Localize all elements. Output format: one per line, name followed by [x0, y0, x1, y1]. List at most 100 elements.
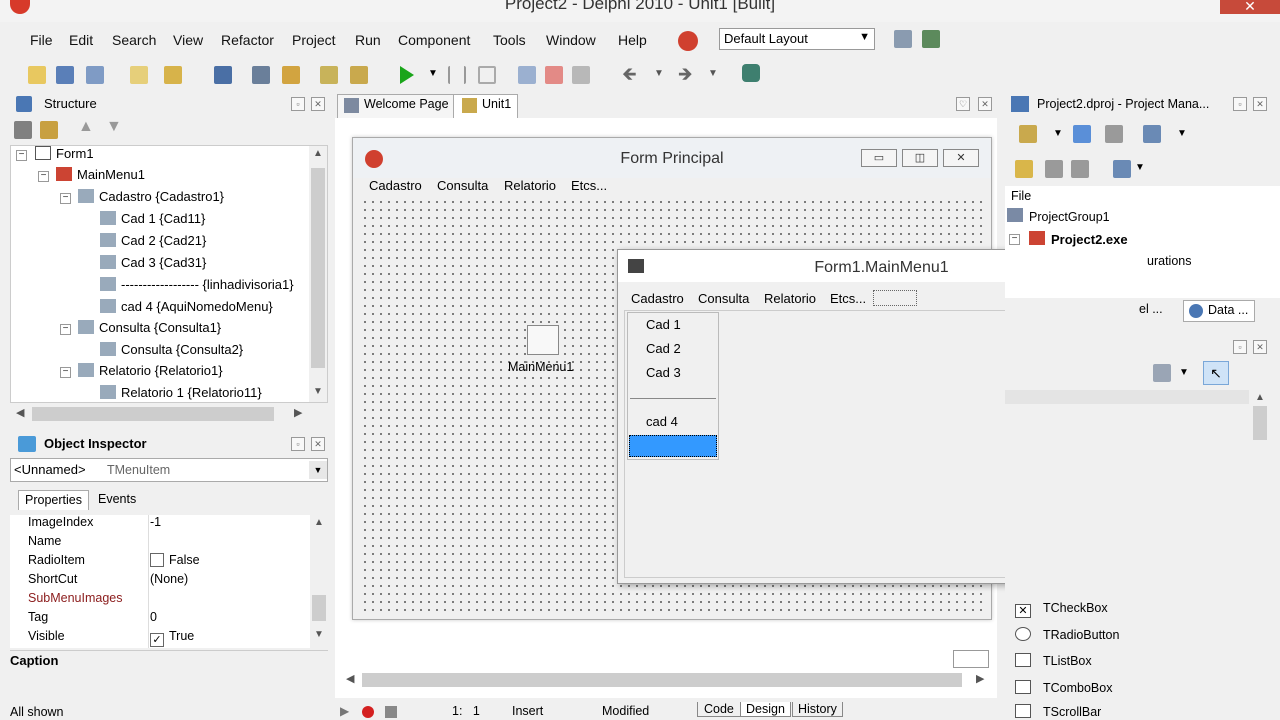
- tree-horizontal-scrollbar[interactable]: ◀ ▶: [10, 404, 328, 424]
- pause-icon[interactable]: [448, 66, 466, 84]
- tab-design[interactable]: Design: [740, 702, 791, 717]
- help-globe-icon[interactable]: [678, 31, 698, 51]
- tree-node-separator[interactable]: ------------------ {linhadivisoria1}: [100, 275, 294, 295]
- palette-item-tlistbox[interactable]: TListBox: [1015, 651, 1092, 671]
- tab-history[interactable]: History: [792, 702, 843, 717]
- menu-project[interactable]: Project: [292, 32, 336, 48]
- collapse-icon[interactable]: −: [38, 171, 49, 182]
- form-position-indicator[interactable]: [953, 650, 989, 668]
- chevron-down-icon[interactable]: ▼: [1135, 162, 1145, 173]
- run-icon[interactable]: [400, 66, 414, 84]
- collapse-icon[interactable]: −: [60, 324, 71, 335]
- open-icon[interactable]: [164, 66, 182, 84]
- view-options-icon[interactable]: [1143, 125, 1161, 143]
- remove-from-project-icon[interactable]: [350, 66, 368, 84]
- property-value[interactable]: (None): [150, 570, 188, 589]
- tab-welcome-page[interactable]: Welcome Page: [337, 94, 456, 118]
- pin-icon[interactable]: ▫: [291, 437, 305, 451]
- designer-horizontal-scrollbar[interactable]: ◀ ▶: [340, 670, 996, 690]
- tree-node-project2[interactable]: Project2.exe: [1051, 232, 1128, 247]
- tab-model-partial[interactable]: el ...: [1139, 302, 1163, 316]
- tree-node-relatorio[interactable]: Relatorio {Relatorio1}: [78, 361, 223, 381]
- palette-scrollbar[interactable]: ▲: [1251, 390, 1269, 720]
- add-new-project-icon[interactable]: [1019, 125, 1037, 143]
- menu-tools[interactable]: Tools: [493, 32, 526, 48]
- checkbox-checked-icon[interactable]: ✓: [150, 633, 164, 647]
- dropdown-item-cad1[interactable]: Cad 1: [646, 317, 681, 332]
- play-macro-icon[interactable]: ▶: [340, 704, 349, 718]
- menu-separator[interactable]: [630, 398, 716, 399]
- scroll-left-icon[interactable]: ◀: [346, 672, 354, 685]
- tree-node-relatorio11[interactable]: Relatorio 1 {Relatorio11}: [100, 383, 262, 402]
- trace-into-icon[interactable]: [518, 66, 536, 84]
- palette-categories-icon[interactable]: [1153, 364, 1171, 382]
- move-up-icon[interactable]: ▲: [78, 118, 94, 136]
- pin-icon[interactable]: ▫: [1233, 97, 1247, 111]
- menu-help[interactable]: Help: [618, 32, 647, 48]
- property-row[interactable]: Name: [10, 532, 310, 551]
- tab-code[interactable]: Code: [697, 702, 741, 717]
- add-existing-project-icon[interactable]: [1073, 125, 1091, 143]
- step-over-icon[interactable]: [545, 66, 563, 84]
- chevron-down-icon[interactable]: ▼: [1179, 367, 1189, 378]
- delete-icon[interactable]: [40, 121, 58, 139]
- scrollbar-thumb[interactable]: [311, 168, 325, 368]
- scroll-up-icon[interactable]: ▲: [314, 517, 324, 528]
- close-panel-icon[interactable]: ✕: [1253, 340, 1267, 354]
- back-dropdown-icon[interactable]: ▼: [654, 68, 664, 79]
- stop-icon[interactable]: [478, 66, 496, 84]
- close-panel-icon[interactable]: ✕: [311, 437, 325, 451]
- pin-icon[interactable]: ▫: [291, 97, 305, 111]
- forward-arrow-icon[interactable]: 🡺: [678, 62, 693, 92]
- tab-events[interactable]: Events: [92, 492, 142, 506]
- tree-node-consulta2[interactable]: Consulta {Consulta2}: [100, 340, 243, 360]
- menu-cadastro[interactable]: Cadastro: [631, 291, 684, 306]
- menu-search[interactable]: Search: [112, 32, 156, 48]
- maximize-icon[interactable]: ◫: [902, 149, 938, 167]
- close-icon[interactable]: ✕: [943, 149, 979, 167]
- tab-unit1[interactable]: Unit1: [453, 94, 519, 118]
- save-desktop-icon[interactable]: [894, 30, 912, 48]
- stop-macro-icon[interactable]: [385, 706, 397, 718]
- save-icon[interactable]: [214, 66, 232, 84]
- tree-node-cad2[interactable]: Cad 2 {Cad21}: [100, 231, 206, 251]
- tree-node-cadastro[interactable]: Cadastro {Cadastro1}: [78, 187, 224, 207]
- sort-icon[interactable]: [1113, 160, 1131, 178]
- close-panel-icon[interactable]: ✕: [311, 97, 325, 111]
- open-project-icon[interactable]: [86, 66, 104, 84]
- scroll-down-icon[interactable]: ▼: [314, 629, 324, 640]
- collapse-icon[interactable]: −: [1009, 234, 1020, 245]
- property-row[interactable]: ShortCut (None): [10, 570, 310, 589]
- chevron-down-icon[interactable]: ▼: [1053, 128, 1063, 139]
- new-menu-placeholder[interactable]: [873, 290, 917, 306]
- menu-window[interactable]: Window: [546, 32, 596, 48]
- property-grid-scrollbar[interactable]: ▲ ▼: [310, 515, 328, 648]
- scrollbar-thumb[interactable]: [1253, 406, 1267, 440]
- scroll-up-icon[interactable]: ▲: [313, 148, 323, 159]
- dropdown-item-cad4[interactable]: cad 4: [646, 414, 678, 429]
- menu-component[interactable]: Component: [398, 32, 470, 48]
- tree-node-projectgroup1[interactable]: ProjectGroup1: [1029, 210, 1110, 224]
- run-to-cursor-icon[interactable]: [572, 66, 590, 84]
- scrollbar-thumb[interactable]: [312, 595, 326, 621]
- menu-view[interactable]: View: [173, 32, 203, 48]
- scrollbar-thumb[interactable]: [32, 407, 274, 421]
- menu-relatorio[interactable]: Relatorio: [504, 178, 556, 193]
- menu-file[interactable]: File: [30, 32, 53, 48]
- palette-item-tcheckbox[interactable]: ✕ TCheckBox: [1015, 598, 1108, 618]
- close-icon[interactable]: ✕: [1220, 0, 1280, 14]
- view-form-icon[interactable]: [282, 66, 300, 84]
- scroll-left-icon[interactable]: ◀: [16, 406, 24, 419]
- tab-list-icon[interactable]: ♡: [956, 97, 970, 111]
- view-unit-icon[interactable]: [252, 66, 270, 84]
- collapse-icon[interactable]: −: [60, 367, 71, 378]
- move-down-icon[interactable]: ▼: [106, 118, 122, 136]
- tree-vertical-scrollbar[interactable]: ▲ ▼: [309, 146, 327, 402]
- set-debug-desktop-icon[interactable]: [922, 30, 940, 48]
- record-macro-icon[interactable]: [362, 706, 374, 718]
- collapse-icon[interactable]: −: [60, 193, 71, 204]
- pointer-tool-icon[interactable]: ↖: [1203, 361, 1229, 385]
- pin-icon[interactable]: ▫: [1233, 340, 1247, 354]
- dropdown-item-cad3[interactable]: Cad 3: [646, 365, 681, 380]
- close-panel-icon[interactable]: ✕: [1253, 97, 1267, 111]
